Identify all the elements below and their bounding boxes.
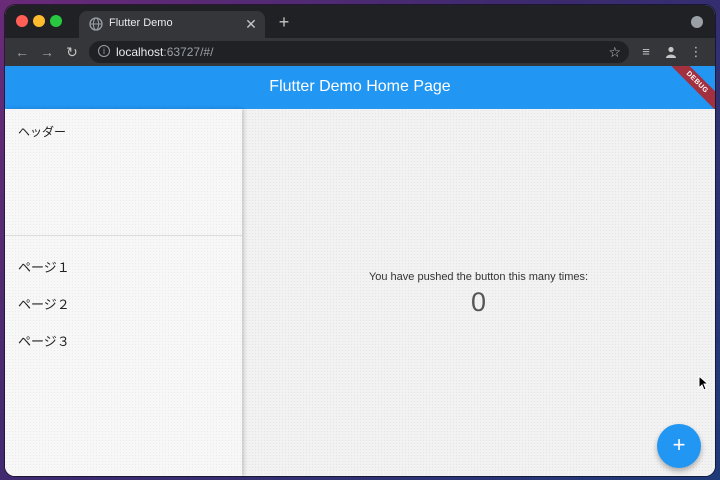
drawer-header-label: ヘッダー [18,125,67,139]
maximize-window-button[interactable] [50,15,62,27]
counter-label: You have pushed the button this many tim… [368,271,589,283]
close-icon[interactable]: ✕ [243,16,259,32]
drawer-header: ヘッダー [5,109,242,236]
back-icon[interactable]: ← [13,43,31,61]
media-control-icon[interactable]: ≡ [637,43,655,61]
reload-icon[interactable]: ↻ [63,43,81,61]
address-bar[interactable]: i localhost:63727/#/ ☆ [89,41,629,63]
info-icon[interactable]: i [98,45,110,57]
menu-kebab-icon[interactable]: ⋮ [687,43,705,61]
forward-icon[interactable]: → [38,43,56,61]
url-text[interactable]: localhost:63727/#/ [116,45,213,59]
add-icon: + [672,432,686,457]
minimize-window-button[interactable] [33,15,45,27]
bookmark-star-icon[interactable]: ☆ [608,43,621,61]
profile-icon[interactable] [662,43,680,61]
drawer-item-page-3[interactable]: ページ３ [18,331,70,350]
increment-fab-button[interactable]: + [657,424,701,468]
browser-toolbar: ← → ↻ i localhost:63727/#/ ☆ ≡ ⋮ [5,38,715,66]
tab-title: Flutter Demo [109,17,173,29]
app-bar: Flutter Demo Home Page DEBUG [5,66,715,109]
navigation-drawer: ヘッダー ページ１ ページ２ ページ３ [5,109,242,476]
drawer-item-page-2[interactable]: ページ２ [18,294,70,313]
url-host: localhost [116,45,164,59]
url-path: :63727/#/ [163,45,214,59]
page-title: Flutter Demo Home Page [269,78,451,95]
tab-strip: Flutter Demo ✕ + [5,5,715,38]
browser-tab[interactable]: Flutter Demo ✕ [79,11,265,38]
app-body: ヘッダー ページ１ ページ２ ページ３ You have pushed the … [5,109,715,476]
mouse-cursor-icon [698,375,708,391]
counter-value: 0 [470,287,487,317]
globe-icon [89,17,103,31]
new-tab-button[interactable]: + [275,13,293,31]
browser-window: Flutter Demo ✕ + ← → ↻ i localhost:63727… [5,5,715,476]
drawer-item-page-1[interactable]: ページ１ [18,257,70,276]
close-window-button[interactable] [16,15,28,27]
tab-search-icon[interactable] [691,16,703,28]
